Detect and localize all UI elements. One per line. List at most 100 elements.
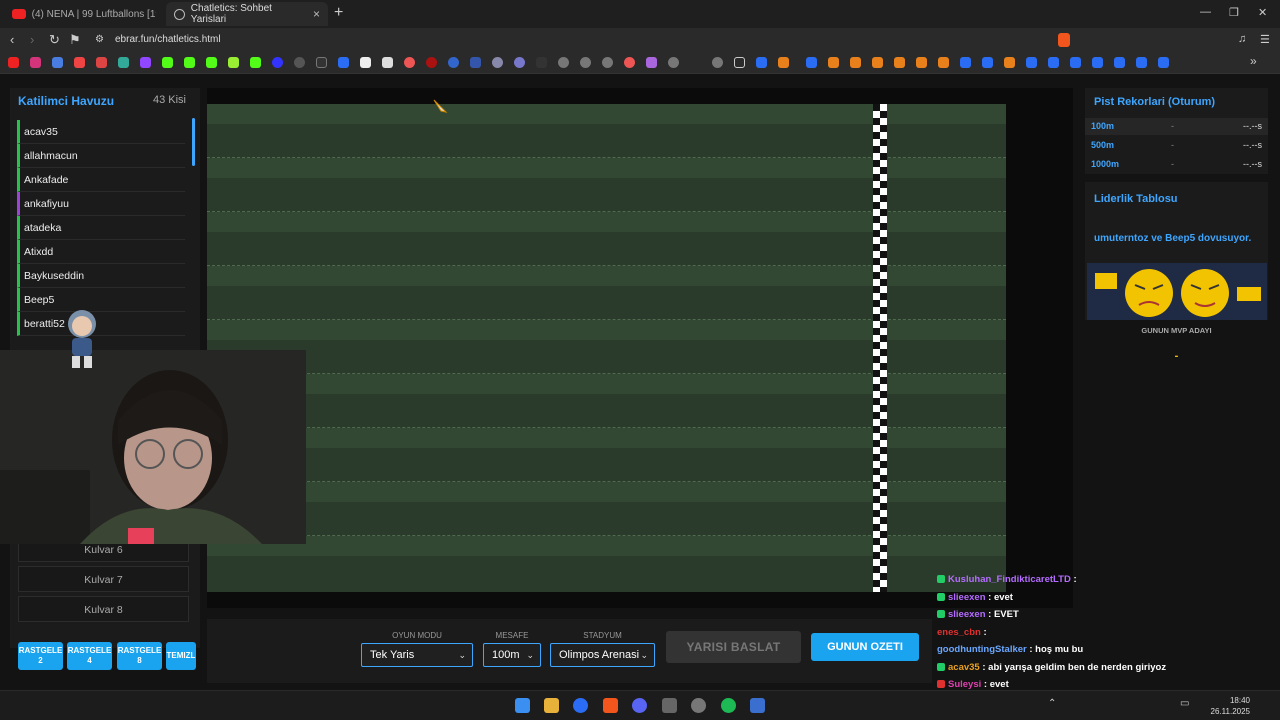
bookmark-icon[interactable] <box>850 57 861 68</box>
bookmark-icon[interactable] <box>404 57 415 68</box>
bookmark-steam-icon[interactable] <box>806 57 817 68</box>
reload-icon[interactable]: ↻ <box>49 32 60 48</box>
bookmark-icon[interactable] <box>470 57 481 68</box>
bookmark-icon[interactable] <box>338 57 349 68</box>
bookmark-icon[interactable] <box>1004 57 1015 68</box>
participant-item[interactable]: Atixdd <box>17 240 185 264</box>
bookmark-icon[interactable] <box>536 57 547 68</box>
mode-select[interactable]: Tek Yaris ⌄ <box>361 643 473 667</box>
bookmark-steam-icon[interactable] <box>982 57 993 68</box>
bookmark-icon[interactable] <box>580 57 591 68</box>
close-icon[interactable]: × <box>313 7 320 21</box>
clear-button[interactable]: TEMIZL <box>166 642 196 670</box>
participant-item[interactable]: Ankafade <box>17 168 185 192</box>
participant-scrollbar[interactable] <box>192 118 195 166</box>
file-explorer-icon[interactable] <box>544 698 559 713</box>
bookmark-steam-icon[interactable] <box>1026 57 1037 68</box>
bookmark-icon[interactable] <box>602 57 613 68</box>
random-8-button[interactable]: RASTGELE 8 <box>117 642 162 670</box>
bookmark-steam-icon[interactable] <box>1070 57 1081 68</box>
maximize-icon[interactable]: ❐ <box>1229 6 1239 19</box>
participant-item[interactable]: Baykuseddin <box>17 264 185 288</box>
random-4-button[interactable]: RASTGELE 4 <box>67 642 112 670</box>
bookmark-icon[interactable] <box>426 57 437 68</box>
bookmark-icon[interactable] <box>646 57 657 68</box>
brave-shield-icon[interactable] <box>1058 33 1070 47</box>
tab-chatletics[interactable]: Chatletics: Sohbet Yarislari × <box>166 2 328 26</box>
app-icon[interactable] <box>691 698 706 713</box>
bookmark-steam-icon[interactable] <box>960 57 971 68</box>
network-icon[interactable]: ▭ <box>1180 698 1189 709</box>
lane-7-slot[interactable]: Kulvar 7 <box>18 566 189 592</box>
lane-8-slot[interactable]: Kulvar 8 <box>18 596 189 622</box>
bookmark-x-icon[interactable] <box>316 57 327 68</box>
folder-icon[interactable] <box>734 57 745 68</box>
daily-summary-button[interactable]: GUNUN OZETI <box>811 633 919 661</box>
bookmark-steam-icon[interactable] <box>1048 57 1059 68</box>
bookmark-icon[interactable] <box>382 57 393 68</box>
bookmark-kick-icon[interactable] <box>162 57 173 68</box>
discord-icon[interactable] <box>632 698 647 713</box>
bookmark-youtube-icon[interactable] <box>8 57 19 68</box>
bookmark-kick-icon[interactable] <box>250 57 261 68</box>
tray-expand-icon[interactable]: ⌃ <box>1048 698 1056 709</box>
bookmark-icon[interactable] <box>938 57 949 68</box>
window-close-icon[interactable]: ✕ <box>1258 6 1267 19</box>
random-2-button[interactable]: RASTGELE 2 <box>18 642 63 670</box>
bookmark-icon[interactable] <box>294 57 305 68</box>
stadium-select[interactable]: Olimpos Arenasi ⌄ <box>550 643 655 667</box>
bookmark-icon[interactable] <box>916 57 927 68</box>
site-info-icon[interactable]: ⚙ <box>95 34 104 45</box>
brave-icon[interactable] <box>603 698 618 713</box>
forward-icon[interactable]: › <box>30 32 34 47</box>
spotify-icon[interactable] <box>721 698 736 713</box>
media-icon[interactable]: ♫ <box>1238 33 1246 45</box>
new-tab-button[interactable]: + <box>334 4 343 22</box>
minimize-icon[interactable]: — <box>1200 6 1211 18</box>
steam-icon[interactable] <box>573 698 588 713</box>
bookmark-icon[interactable] <box>118 57 129 68</box>
more-bookmarks-icon[interactable]: » <box>1250 54 1257 68</box>
url-field[interactable]: ebrar.fun/chatletics.html <box>115 34 221 45</box>
bookmark-icon[interactable] <box>360 57 371 68</box>
bookmark-kick-icon[interactable] <box>184 57 195 68</box>
bookmark-icon[interactable] <box>894 57 905 68</box>
bookmark-icon[interactable] <box>492 57 503 68</box>
participant-item[interactable]: allahmacun <box>17 144 185 168</box>
bookmark-icon[interactable] <box>668 57 679 68</box>
bookmark-icon[interactable] <box>74 57 85 68</box>
bookmark-icon[interactable] <box>228 57 239 68</box>
bookmark-steam-icon[interactable] <box>1092 57 1103 68</box>
bookmark-icon[interactable] <box>828 57 839 68</box>
bookmark-instagram-icon[interactable] <box>30 57 41 68</box>
menu-icon[interactable]: ☰ <box>1260 33 1270 46</box>
back-icon[interactable]: ‹ <box>10 32 14 47</box>
bookmark-steam-icon[interactable] <box>1158 57 1169 68</box>
distance-select[interactable]: 100m ⌄ <box>483 643 541 667</box>
bookmark-icon[interactable] <box>272 57 283 68</box>
taskbar-clock[interactable]: 18:40 26.11.2025 <box>1211 695 1250 717</box>
participant-item[interactable]: ankafiyuu <box>17 192 185 216</box>
bookmark-icon[interactable] <box>778 57 789 68</box>
participant-item[interactable]: acav35 <box>17 120 185 144</box>
bookmark-icon[interactable] <box>872 57 883 68</box>
bookmark-gmail-icon[interactable] <box>96 57 107 68</box>
bookmark-icon[interactable] <box>558 57 569 68</box>
bookmark-twitch-icon[interactable] <box>140 57 151 68</box>
bookmark-kick-icon[interactable] <box>206 57 217 68</box>
bookmark-icon[interactable]: ⚑ <box>69 32 81 48</box>
bookmark-icon[interactable] <box>514 57 525 68</box>
bookmark-icon[interactable] <box>624 57 635 68</box>
bookmark-steam-icon[interactable] <box>1114 57 1125 68</box>
bookmark-icon[interactable] <box>448 57 459 68</box>
bookmark-steam-icon[interactable] <box>756 57 767 68</box>
bookmark-icon[interactable] <box>52 57 63 68</box>
app-icon[interactable] <box>662 698 677 713</box>
bookmark-icon[interactable] <box>712 57 723 68</box>
participant-item[interactable]: atadeka <box>17 216 185 240</box>
tab-youtube[interactable]: (4) NENA | 99 Luftballons [1983] [Of <box>4 2 164 26</box>
start-race-button[interactable]: YARISI BASLAT <box>666 631 801 663</box>
app-icon[interactable] <box>750 698 765 713</box>
bookmark-steam-icon[interactable] <box>1136 57 1147 68</box>
start-icon[interactable] <box>515 698 530 713</box>
